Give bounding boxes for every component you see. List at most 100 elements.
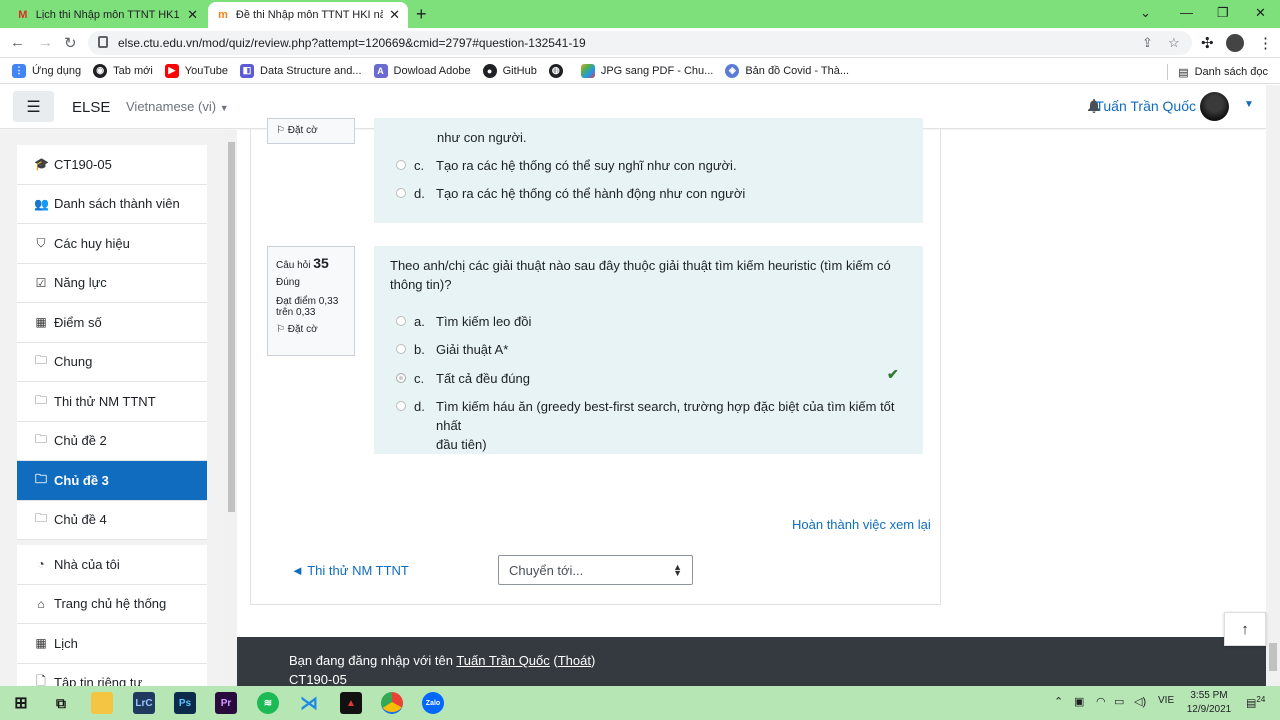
bookmark-data-structure[interactable]: ◧ Data Structure and...	[240, 63, 362, 78]
vscode-icon[interactable]: ⋊	[298, 692, 320, 714]
sidebar-item[interactable]: 🗀 Chủ đề 4	[17, 500, 207, 540]
caret-down-icon[interactable]: ▼	[1244, 99, 1254, 110]
sidebar-item[interactable]: ⛉ Các huy hiệu	[17, 224, 207, 264]
url-input[interactable]: else.ctu.edu.vn/mod/quiz/review.php?atte…	[88, 31, 1192, 55]
sidebar-item[interactable]: 🗋 Tập tin riêng tư	[17, 663, 207, 686]
reading-list[interactable]: ▤ Danh sách đọc	[1167, 64, 1268, 80]
sidebar-item[interactable]: 🗀 Chủ đề 2	[17, 421, 207, 461]
question-content-35: Theo anh/chị các giải thuật nào sau đây …	[374, 246, 923, 454]
flag-question[interactable]: ⚐ Đặt cờ	[276, 324, 346, 335]
browser-tab-exam[interactable]: m Đề thi Nhập môn TTNT HKI năm ✕	[208, 2, 408, 28]
system-clock[interactable]: 3:55 PM 12/9/2021	[1180, 689, 1238, 717]
chevron-up-icon[interactable]: ⌃	[1054, 695, 1063, 708]
task-view-icon[interactable]: ⧉	[50, 692, 72, 714]
close-icon[interactable]: ✕	[389, 7, 400, 23]
page-scroll-thumb[interactable]	[1269, 643, 1277, 671]
close-icon[interactable]: ✕	[187, 7, 198, 23]
premiere-icon[interactable]: Pr	[215, 692, 237, 714]
photoshop-icon[interactable]: Ps	[174, 692, 196, 714]
sidebar-item[interactable]: 👥 Danh sách thành viên	[17, 184, 207, 224]
browser-tab-schedule[interactable]: M Lịch thi Nhập môn TTNT HK1 202 ✕	[8, 2, 206, 28]
user-profile-link[interactable]: Tuấn Trần Quốc	[456, 653, 549, 668]
radio-button[interactable]	[396, 160, 406, 170]
folder-icon: 🗀	[34, 353, 47, 368]
finish-review-link[interactable]: Hoàn thành việc xem lại	[792, 517, 931, 532]
sidebar-item[interactable]: 🎓 CT190-05	[17, 145, 207, 185]
sidebar-item-label: Điểm số	[54, 314, 102, 330]
sidebar-item[interactable]: ▦ Điểm số	[17, 303, 207, 343]
new-tab-button[interactable]: +	[416, 4, 427, 25]
menu-icon[interactable]: ⋮	[1258, 34, 1273, 52]
windows-start-icon[interactable]: ⊞	[10, 692, 32, 714]
bookmark-jpg-pdf[interactable]: JPG sang PDF - Chu...	[580, 63, 713, 78]
answer-option-d: d. Tìm kiếm háu ăn (greedy best-first se…	[396, 397, 923, 454]
logout-link[interactable]: Thoát	[558, 653, 591, 668]
zalo-icon[interactable]: Zalo	[422, 692, 444, 714]
language-indicator[interactable]: VIE	[1158, 695, 1174, 706]
sidebar-item[interactable]: 🗀 Chung	[17, 342, 207, 382]
avatar[interactable]	[1200, 92, 1229, 121]
radio-button[interactable]	[396, 316, 406, 326]
users-icon: 👥	[34, 196, 49, 211]
sidebar-item[interactable]: ◔ Nhà của tôi	[17, 545, 207, 585]
battery-icon[interactable]: ▭	[1114, 695, 1124, 708]
radio-button-selected[interactable]	[396, 373, 406, 383]
bookmark-icon: ◧	[240, 63, 255, 78]
folder-icon: 🗀	[34, 392, 47, 407]
footer-course-link[interactable]: CT190-05	[289, 672, 347, 687]
radio-button[interactable]	[396, 344, 406, 354]
previous-activity-link[interactable]: ◄ Thi thử NM TTNT	[291, 563, 409, 578]
sidebar-item-label: Chung	[54, 354, 93, 370]
back-icon[interactable]: ←	[10, 34, 25, 51]
sidebar-item[interactable]: ☑ Năng lực	[17, 263, 207, 303]
select-arrows-icon: ▲ ▼	[673, 562, 682, 578]
bookmark-apps[interactable]: ⋮ Ứng dụng	[12, 63, 81, 78]
file-explorer-icon[interactable]	[91, 692, 113, 714]
language-menu[interactable]: Vietnamese (vi) ▼	[126, 99, 229, 114]
profile-avatar[interactable]	[1226, 34, 1244, 52]
maximize-icon[interactable]: ❐	[1217, 5, 1229, 21]
extensions-icon[interactable]: ✣	[1201, 34, 1214, 52]
sidebar-item[interactable]: ⌂ Trang chủ hệ thống	[17, 584, 207, 624]
wifi-icon[interactable]: ◠	[1096, 695, 1106, 708]
bookmark-youtube[interactable]: ▶ YouTube	[164, 63, 228, 78]
jump-to-select[interactable]: Chuyển tới... ▲ ▼	[498, 555, 693, 585]
reload-icon[interactable]: ↻	[64, 34, 77, 52]
sidebar-scroll-thumb[interactable]	[228, 142, 235, 512]
site-brand[interactable]: ELSE	[72, 99, 110, 116]
radio-button[interactable]	[396, 401, 406, 411]
sidebar-item-label: Nhà của tôi	[54, 556, 120, 572]
minimize-icon[interactable]: —	[1180, 5, 1193, 20]
close-window-icon[interactable]: ✕	[1255, 5, 1266, 21]
hamburger-icon: ☰	[26, 98, 41, 116]
reading-list-icon: ▤	[1178, 66, 1189, 79]
bookmark-adobe[interactable]: A Dowload Adobe	[373, 63, 471, 78]
app-icon[interactable]: ▲	[340, 692, 362, 714]
notification-icon[interactable]: ▤24	[1246, 695, 1265, 710]
page-scrollbar[interactable]	[1266, 85, 1280, 686]
share-icon[interactable]: ⇪	[1142, 35, 1153, 51]
user-menu[interactable]: Tuấn Trần Quốc	[1095, 98, 1196, 114]
chrome-icon[interactable]	[381, 692, 403, 714]
forward-icon[interactable]: →	[38, 34, 53, 51]
lightroom-icon[interactable]: LrC	[133, 692, 155, 714]
tab-search-icon[interactable]: ⌄	[1140, 5, 1151, 21]
flag-question[interactable]: ⚐ Đặt cờ	[276, 125, 346, 136]
volume-icon[interactable]: ◁)	[1134, 695, 1146, 708]
back-to-top-button[interactable]: ↑	[1224, 612, 1266, 646]
sidebar-item[interactable]: ▦ Lịch	[17, 624, 207, 664]
windows-taskbar: ⊞ ⧉ LrC Ps Pr ≋ ⋊ ▲ Zalo ⌃ ▣ ◠ ▭ ◁) VIE …	[0, 686, 1280, 720]
bookmark-new-tab[interactable]: ◉ Tab mới	[93, 63, 153, 78]
sidebar-item-label: CT190-05	[54, 156, 112, 172]
sidebar-item[interactable]: 🗀 Chủ đề 3	[17, 461, 207, 501]
radio-button[interactable]	[396, 188, 406, 198]
bookmark-globe[interactable]: ◍	[548, 63, 569, 78]
hamburger-menu-button[interactable]: ☰	[13, 91, 54, 122]
bookmark-github[interactable]: ● GitHub	[482, 63, 537, 78]
spotify-icon[interactable]: ≋	[257, 692, 279, 714]
answer-option-b-tail: như con người.	[437, 130, 527, 145]
sidebar-item[interactable]: 🗀 Thi thử NM TTNT	[17, 382, 207, 422]
star-icon[interactable]: ☆	[1168, 35, 1180, 51]
bookmark-covid-map[interactable]: ◈ Bản đồ Covid - Thà...	[725, 63, 849, 78]
tray-icon[interactable]: ▣	[1074, 695, 1084, 708]
